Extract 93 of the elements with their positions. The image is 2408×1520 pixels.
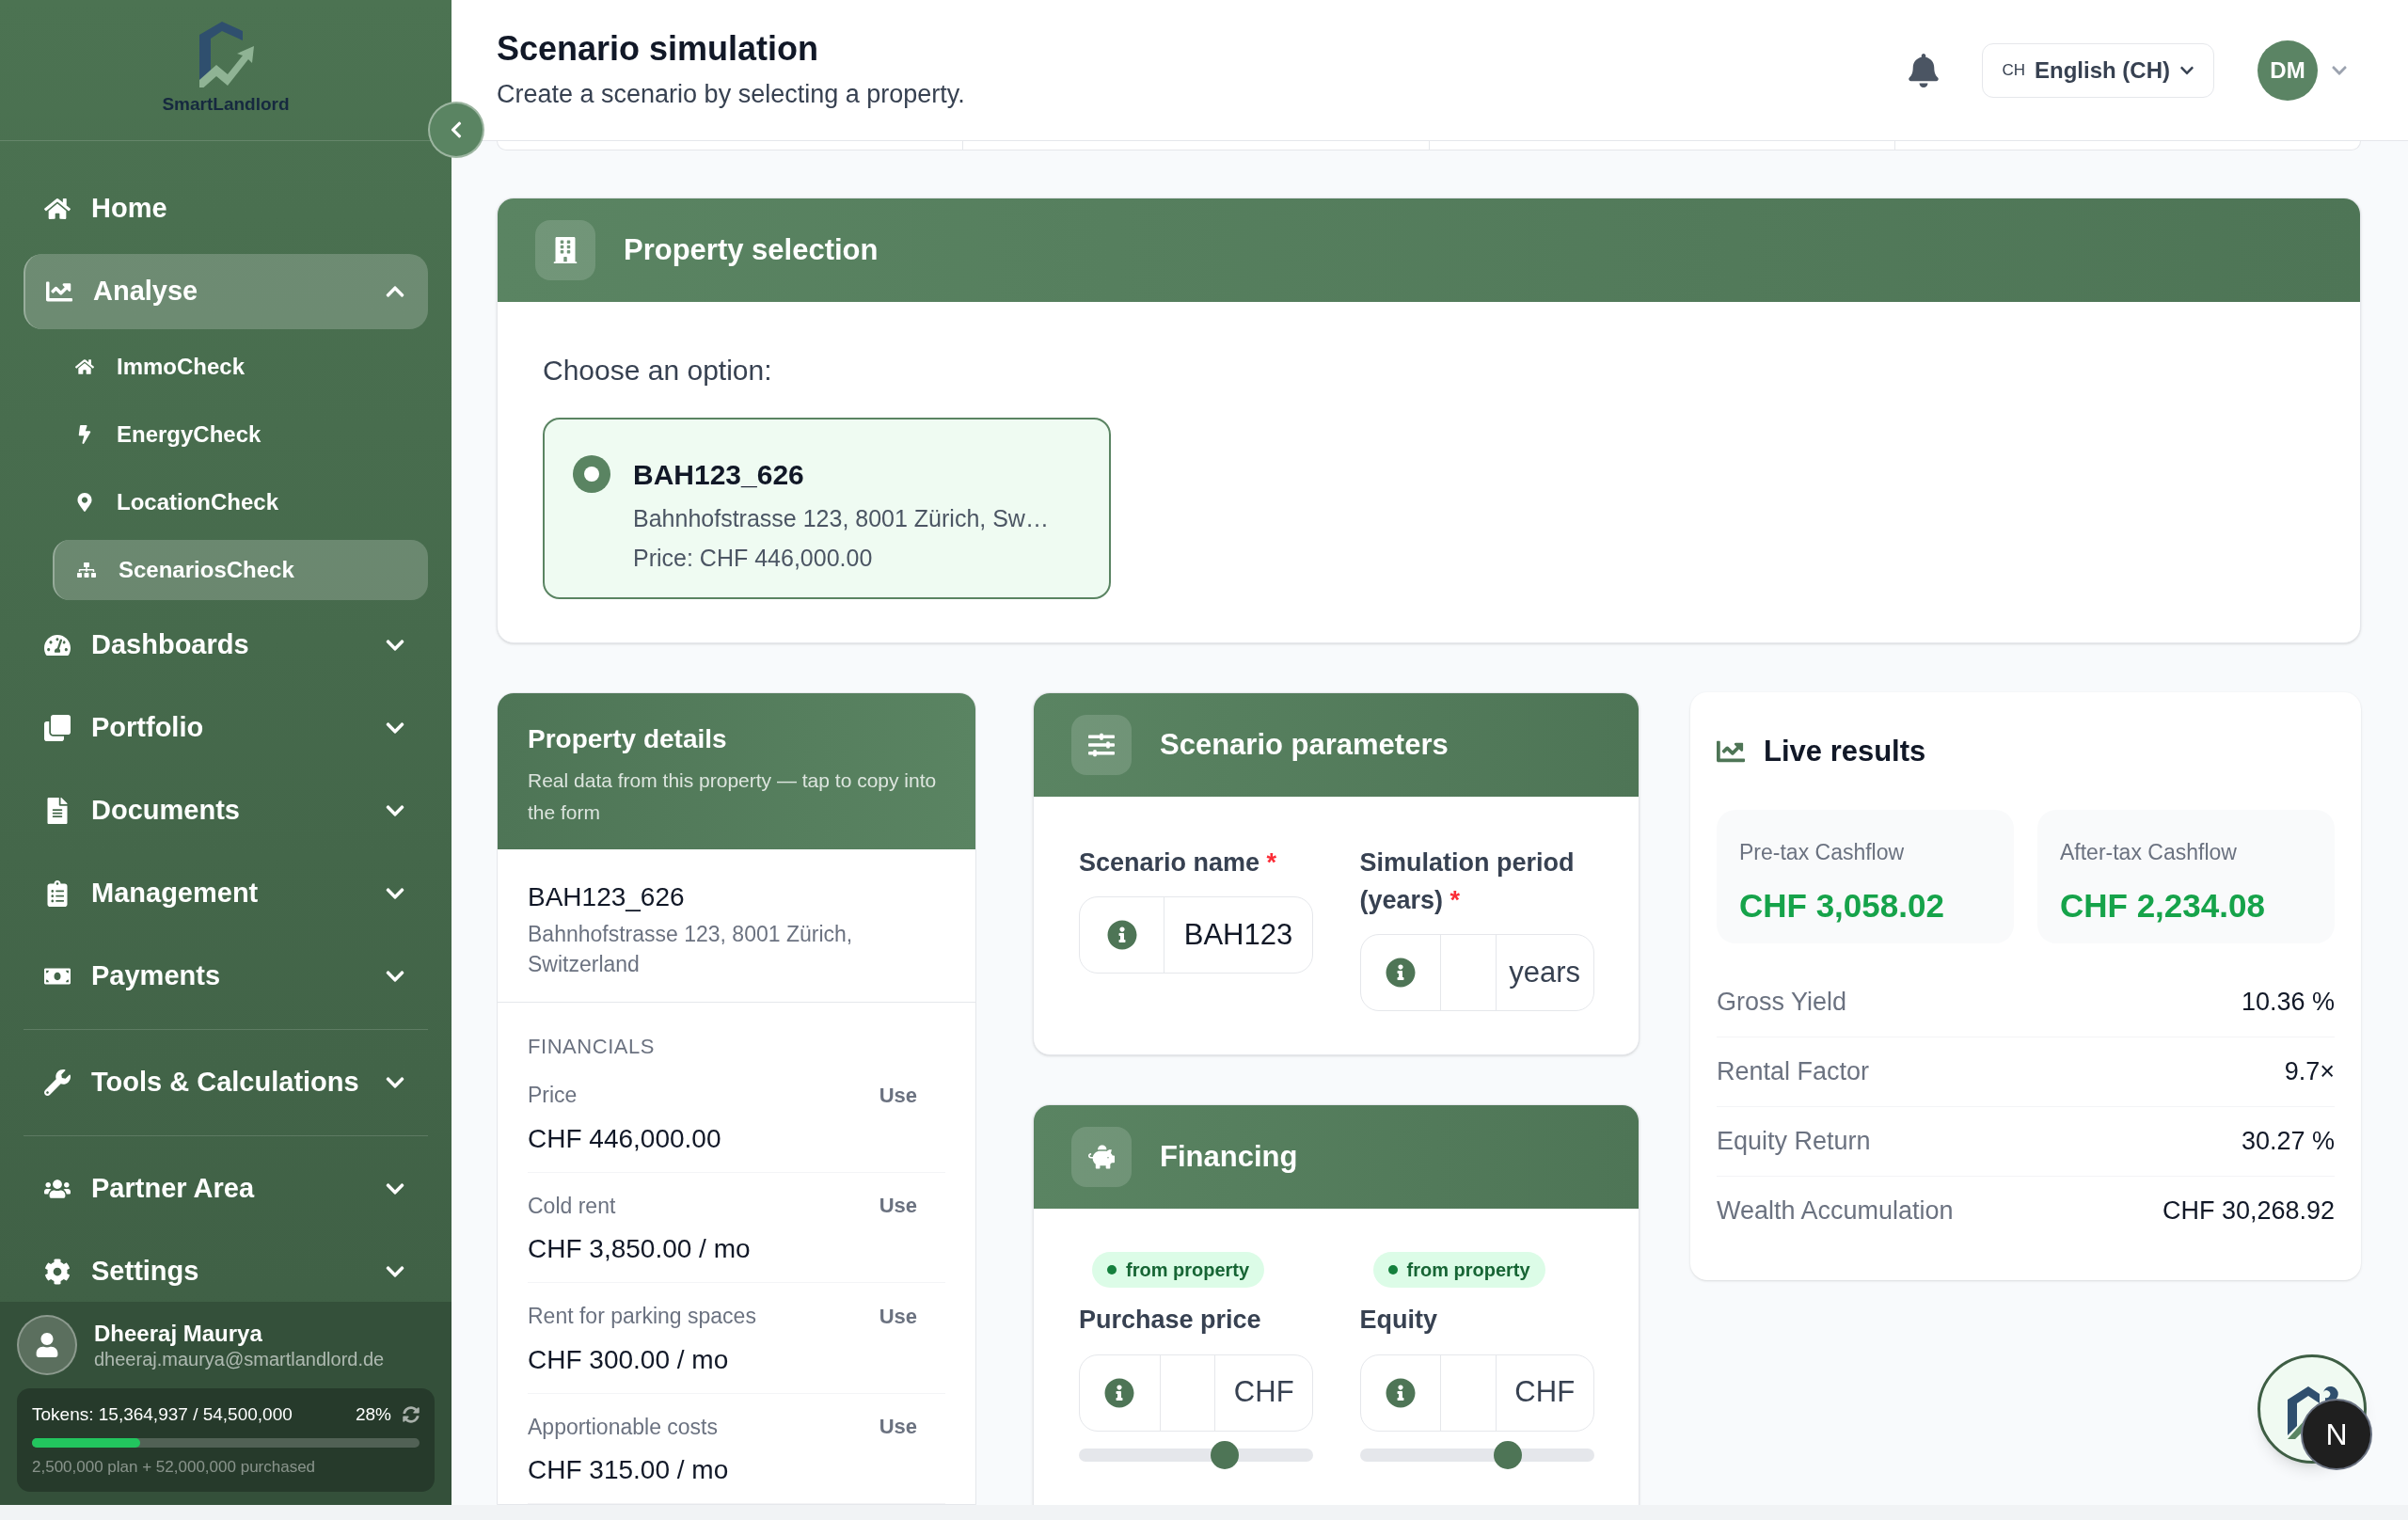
kpi-value: CHF 3,058.02 [1739,886,1945,926]
field-label: Simulation period (years) * [1359,847,1576,916]
field-value: CHF 300.00 / mo [528,1343,730,1376]
nav-item[interactable]: Dashboards [24,608,428,683]
nav-item[interactable]: Payments [24,939,428,1014]
nav-subitem[interactable]: EnergyCheck [53,404,428,465]
token-detail: 2,500,000 plan + 52,000,000 purchased [32,1456,317,1478]
metric-label: Equity Return [1717,1125,1872,1157]
section-label: FINANCIALS [528,1034,657,1060]
nav-item[interactable]: Home [24,171,428,246]
page-title: Scenario simulation [497,27,820,70]
kpi-label: Pre-tax Cashflow [1739,838,1906,866]
card-title: Financing [1160,1138,1298,1175]
metric-value: 10.36 % [2241,986,2335,1018]
use-link[interactable]: Use [879,1079,917,1111]
info-icon [1385,958,1416,988]
input-field[interactable]: BAH123 [1079,896,1313,974]
field-value: CHF 3,850.00 / mo [528,1233,752,1265]
nav-subitem[interactable]: LocationCheck [53,472,428,532]
slider[interactable] [1079,1440,1313,1469]
refresh-button[interactable] [403,1406,420,1424]
nav-item[interactable]: Management [24,856,428,931]
option-prompt: Choose an option: [543,354,773,388]
page-subtitle: Create a scenario by selecting a property. [497,78,966,110]
use-link[interactable]: Use [879,1190,917,1222]
nav-item[interactable]: Documents [24,773,428,848]
slider[interactable] [1359,1440,1594,1469]
home-icon [44,196,71,222]
token-percent: 28% [355,1403,391,1426]
piggy-bank-icon [1088,1144,1115,1170]
info-icon [1104,1377,1135,1408]
info-icon [1385,1377,1416,1408]
card-title: Live results [1764,734,1926,769]
card-title: Property selection [624,231,879,268]
building-icon [552,237,578,263]
logo-text: SmartLandlord [162,93,290,117]
settings-icon [44,1259,71,1285]
user-name: Dheeraj Maurya [94,1319,263,1348]
card-title: Property details [528,723,728,755]
property-name: BAH123_626 [528,881,686,913]
field-value: CHF 446,000.00 [528,1122,722,1155]
nav-item[interactable]: Analyse [24,254,428,329]
kpi-value: CHF 2,234.08 [2060,886,2266,926]
input-field[interactable]: CHF [1359,1354,1594,1432]
field-label: Equity [1359,1305,1437,1336]
info-icon [1106,920,1137,950]
card-subtitle: Real data from this property — tap to copy into the form [528,768,938,825]
field-label: Scenario name * [1079,847,1278,879]
card-title: Scenario parameters [1160,726,1449,763]
notification-button[interactable] [1907,53,1941,87]
use-link[interactable]: Use [879,1411,917,1443]
field-label: Apportionable costs [528,1413,719,1441]
radio-indicator [573,455,610,493]
nav-item[interactable]: Partner Area [24,1151,428,1227]
property-option[interactable]: BAH123_626 Bahnhofstrasse 123, 8001 Zürich, Sw… Price: CHF 446,000.00 [543,418,1111,599]
field-value: CHF 315.00 / mo [528,1454,730,1486]
input-field[interactable]: CHF [1079,1354,1313,1432]
sliders-icon [1088,732,1115,758]
metric-label: Gross Yield [1717,986,1848,1018]
nav-item[interactable]: Portfolio [24,690,428,766]
metric-value: 9.7× [2284,1055,2335,1087]
input-field[interactable]: years [1359,934,1594,1011]
use-link[interactable]: Use [879,1300,917,1332]
metric-label: Wealth Accumulation [1717,1195,1955,1227]
hierarchy-icon [77,561,96,579]
wrench-icon [44,1069,71,1096]
cards-icon [44,715,71,741]
field-label: Purchase price [1079,1305,1261,1336]
field-label: Cold rent [528,1192,617,1220]
home-icon [75,357,94,376]
slider-thumb[interactable] [1211,1440,1240,1469]
metric-label: Rental Factor [1717,1055,1871,1087]
token-count: Tokens: 15,364,937 / 54,500,000 [32,1403,293,1426]
property-address: Bahnhofstrasse 123, 8001 Zürich, Switzerland [528,921,854,978]
language-select[interactable]: CH English (CH) [1982,42,2214,98]
user-email: dheeraj.maurya@smartlandlord.de [94,1347,385,1371]
nav-item[interactable]: Tools & Calculations [24,1045,428,1120]
nav-subitem[interactable]: ImmoCheck [53,337,428,397]
pin-icon [75,493,94,512]
slider-thumb[interactable] [1493,1440,1522,1469]
metric-value: 30.27 % [2241,1125,2335,1157]
kpi-label: After-tax Cashflow [2060,838,2238,866]
source-badge: from property [1092,1252,1265,1288]
nav-subitem[interactable]: ScenariosCheck [53,540,428,600]
field-label: Price [528,1082,578,1109]
horizontal-scrollbar[interactable] [0,1505,2408,1520]
dev-tools-badge[interactable]: N [2301,1399,2372,1470]
field-label: Rent for parking spaces [528,1303,757,1330]
gauge-icon [44,632,71,658]
person-icon [35,1333,59,1357]
source-badge: from property [1372,1252,1545,1288]
nav-item[interactable]: Settings [24,1234,428,1302]
metric-value: CHF 30,268.92 [2162,1195,2335,1227]
